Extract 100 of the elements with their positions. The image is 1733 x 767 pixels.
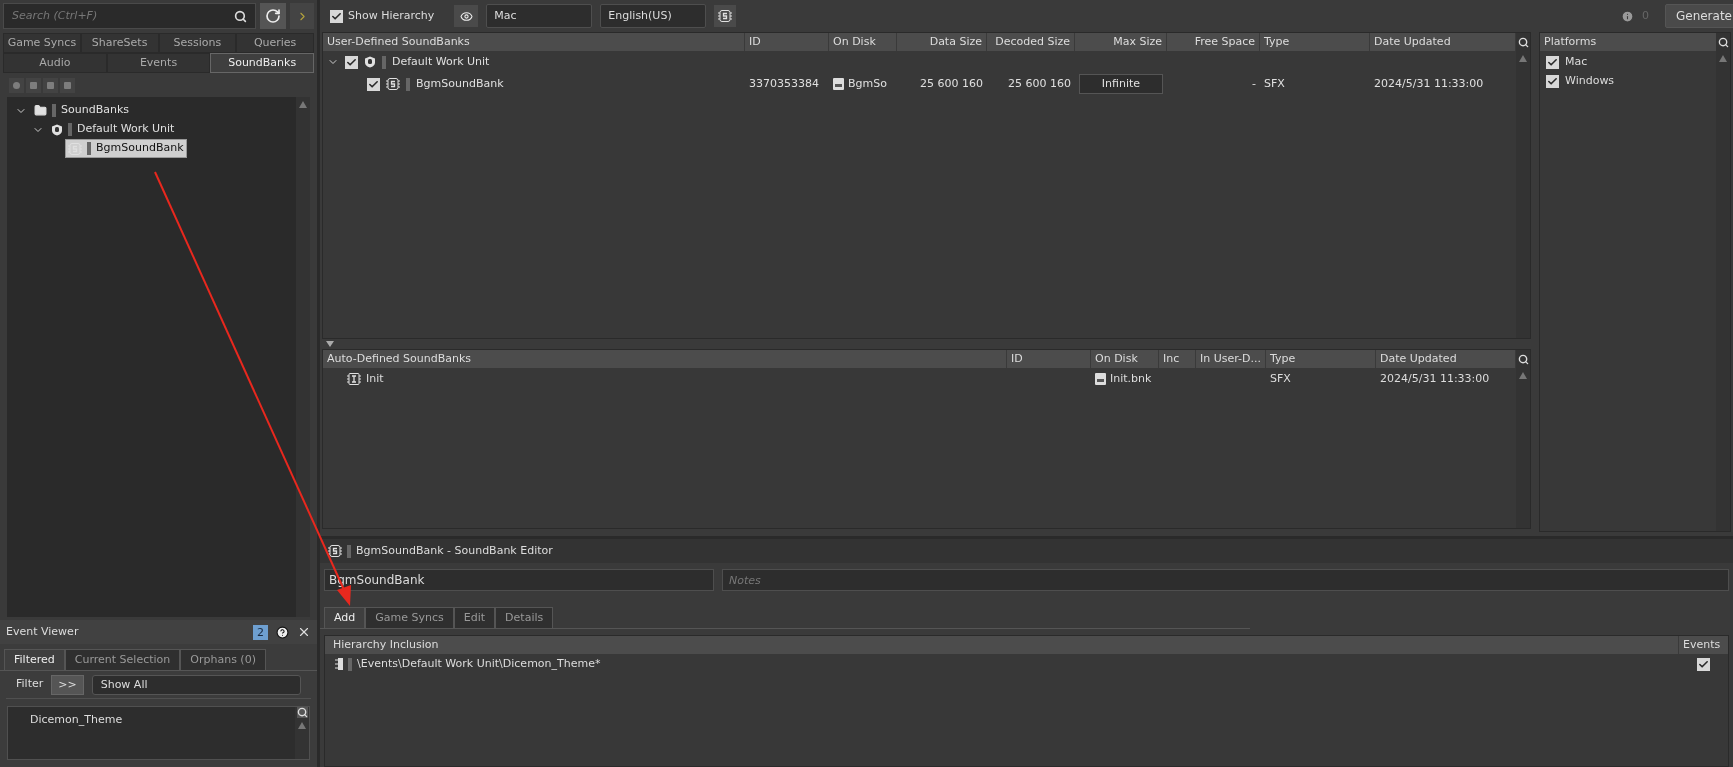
collapse-icon[interactable]: [326, 341, 334, 347]
filter-field[interactable]: Show All: [91, 674, 301, 695]
filter-button[interactable]: >>: [51, 674, 84, 695]
new-item-button[interactable]: [9, 77, 24, 93]
column-header[interactable]: Free Space: [1194, 33, 1255, 51]
init-icon: [347, 373, 361, 385]
tab[interactable]: Sessions: [158, 33, 237, 53]
column-header[interactable]: On Disk: [833, 33, 876, 51]
search-input[interactable]: Search (Ctrl+F): [12, 7, 234, 25]
panel-title: Event Viewer: [6, 623, 80, 640]
checkbox[interactable]: [345, 55, 358, 69]
tree-label: BgmSoundBank: [96, 140, 184, 157]
soundbank-icon: [718, 10, 733, 22]
column-header[interactable]: Date Updated: [1380, 350, 1457, 368]
help-icon[interactable]: [276, 625, 289, 639]
table-cell-text: 2024/5/31 11:33:00: [1380, 370, 1490, 387]
notes-field[interactable]: Notes: [722, 569, 1729, 591]
checkbox[interactable]: [367, 77, 380, 91]
scroll-up-icon[interactable]: [1719, 55, 1727, 62]
row-label: Default Work Unit: [392, 53, 490, 70]
tab[interactable]: Filtered: [4, 649, 65, 670]
color-bar: [382, 55, 386, 69]
search-icon[interactable]: [296, 707, 308, 718]
color-bar: [406, 77, 410, 91]
checkbox[interactable]: [1696, 657, 1710, 671]
tab[interactable]: Current Selection: [64, 649, 181, 670]
column-header[interactable]: Decoded Size: [995, 33, 1070, 51]
inclusion-path: \Events\Default Work Unit\Dicemon_Theme*: [357, 655, 601, 672]
tree-item[interactable]: Default Work Unit: [49, 121, 177, 138]
column-header[interactable]: ID: [749, 33, 761, 51]
filter-label: Filter: [16, 676, 44, 693]
column-header[interactable]: On Disk: [1095, 350, 1138, 368]
soundbank-icon: [386, 78, 400, 90]
tab[interactable]: Queries: [236, 33, 314, 53]
column-header[interactable]: Type: [1270, 350, 1296, 368]
table-cell-text: BgmSo: [848, 75, 887, 92]
shield-icon: [364, 56, 376, 68]
shield-icon: [51, 123, 63, 136]
row-label: Init: [366, 370, 384, 387]
search-icon[interactable]: [1717, 36, 1729, 48]
new-item-button[interactable]: [43, 77, 58, 93]
view-button[interactable]: [454, 5, 479, 27]
platform-dropdown[interactable]: Mac: [486, 4, 593, 28]
table-cell-text: 2024/5/31 11:33:00: [1374, 75, 1484, 92]
platform-label: Windows: [1565, 73, 1615, 90]
column-header[interactable]: Auto-Defined SoundBanks: [327, 350, 472, 368]
column-header[interactable]: User-Defined SoundBanks: [327, 33, 470, 51]
checkbox[interactable]: [330, 9, 343, 23]
file-icon: [833, 78, 844, 90]
language-dropdown[interactable]: English(US): [600, 4, 707, 28]
column-header[interactable]: Date Updated: [1374, 33, 1451, 51]
tab[interactable]: Details: [495, 607, 554, 628]
checkbox[interactable]: [1546, 75, 1559, 88]
search-icon[interactable]: [1517, 36, 1529, 48]
search-field[interactable]: Search (Ctrl+F): [3, 3, 256, 29]
tab[interactable]: Orphans (0): [180, 649, 266, 670]
tab[interactable]: Game Syncs: [365, 607, 454, 628]
new-item-button[interactable]: [26, 77, 41, 93]
refresh-button[interactable]: [260, 3, 286, 29]
close-icon[interactable]: [297, 625, 311, 639]
column-header[interactable]: ID: [1011, 350, 1023, 368]
color-bar: [52, 104, 56, 117]
column-header[interactable]: Hierarchy Inclusion: [325, 636, 1678, 654]
tab[interactable]: Edit: [453, 607, 496, 628]
info-icon[interactable]: [1620, 9, 1634, 23]
tree-item[interactable]: SoundBanks: [32, 102, 131, 119]
table-cell-text: 25 600 160: [920, 75, 983, 92]
column-header[interactable]: Max Size: [1113, 33, 1162, 51]
tab[interactable]: Events: [106, 53, 211, 73]
color-bar: [68, 123, 72, 136]
table-cell-text: 3370353384: [749, 75, 819, 92]
tree-label: Default Work Unit: [77, 121, 175, 138]
scroll-up-icon[interactable]: [1519, 55, 1527, 62]
tab[interactable]: Game Syncs: [3, 33, 81, 53]
column-header[interactable]: Events: [1678, 636, 1728, 654]
column-header[interactable]: Type: [1264, 33, 1290, 51]
folder-icon: [34, 104, 47, 117]
table-cell-text: Init.bnk: [1110, 370, 1152, 387]
search-icon: [234, 9, 247, 23]
soundbank-icon: [328, 545, 342, 557]
column-header[interactable]: In User-D...: [1200, 350, 1261, 368]
scroll-up-icon[interactable]: [1519, 372, 1527, 379]
checkbox[interactable]: [1546, 56, 1559, 69]
table-cell-text: 25 600 160: [1008, 75, 1071, 92]
scroll-up-icon[interactable]: [298, 722, 306, 729]
tree-item[interactable]: BgmSoundBank: [66, 140, 186, 157]
column-header[interactable]: Inc: [1163, 350, 1180, 368]
max-size-field[interactable]: Infinite: [1079, 74, 1163, 94]
count-badge[interactable]: 2: [253, 624, 268, 640]
new-item-button[interactable]: [60, 77, 75, 93]
add-soundbank-button[interactable]: [714, 5, 737, 27]
tab[interactable]: Audio: [3, 53, 107, 73]
tab[interactable]: ShareSets: [80, 33, 159, 53]
scroll-up-icon[interactable]: [299, 101, 307, 108]
generate-button[interactable]: Generate: [1664, 4, 1733, 28]
eye-icon: [459, 9, 473, 23]
tab[interactable]: Add: [324, 607, 366, 628]
column-header[interactable]: Data Size: [929, 33, 982, 51]
tab[interactable]: SoundBanks: [210, 53, 314, 73]
search-icon[interactable]: [1517, 353, 1529, 365]
